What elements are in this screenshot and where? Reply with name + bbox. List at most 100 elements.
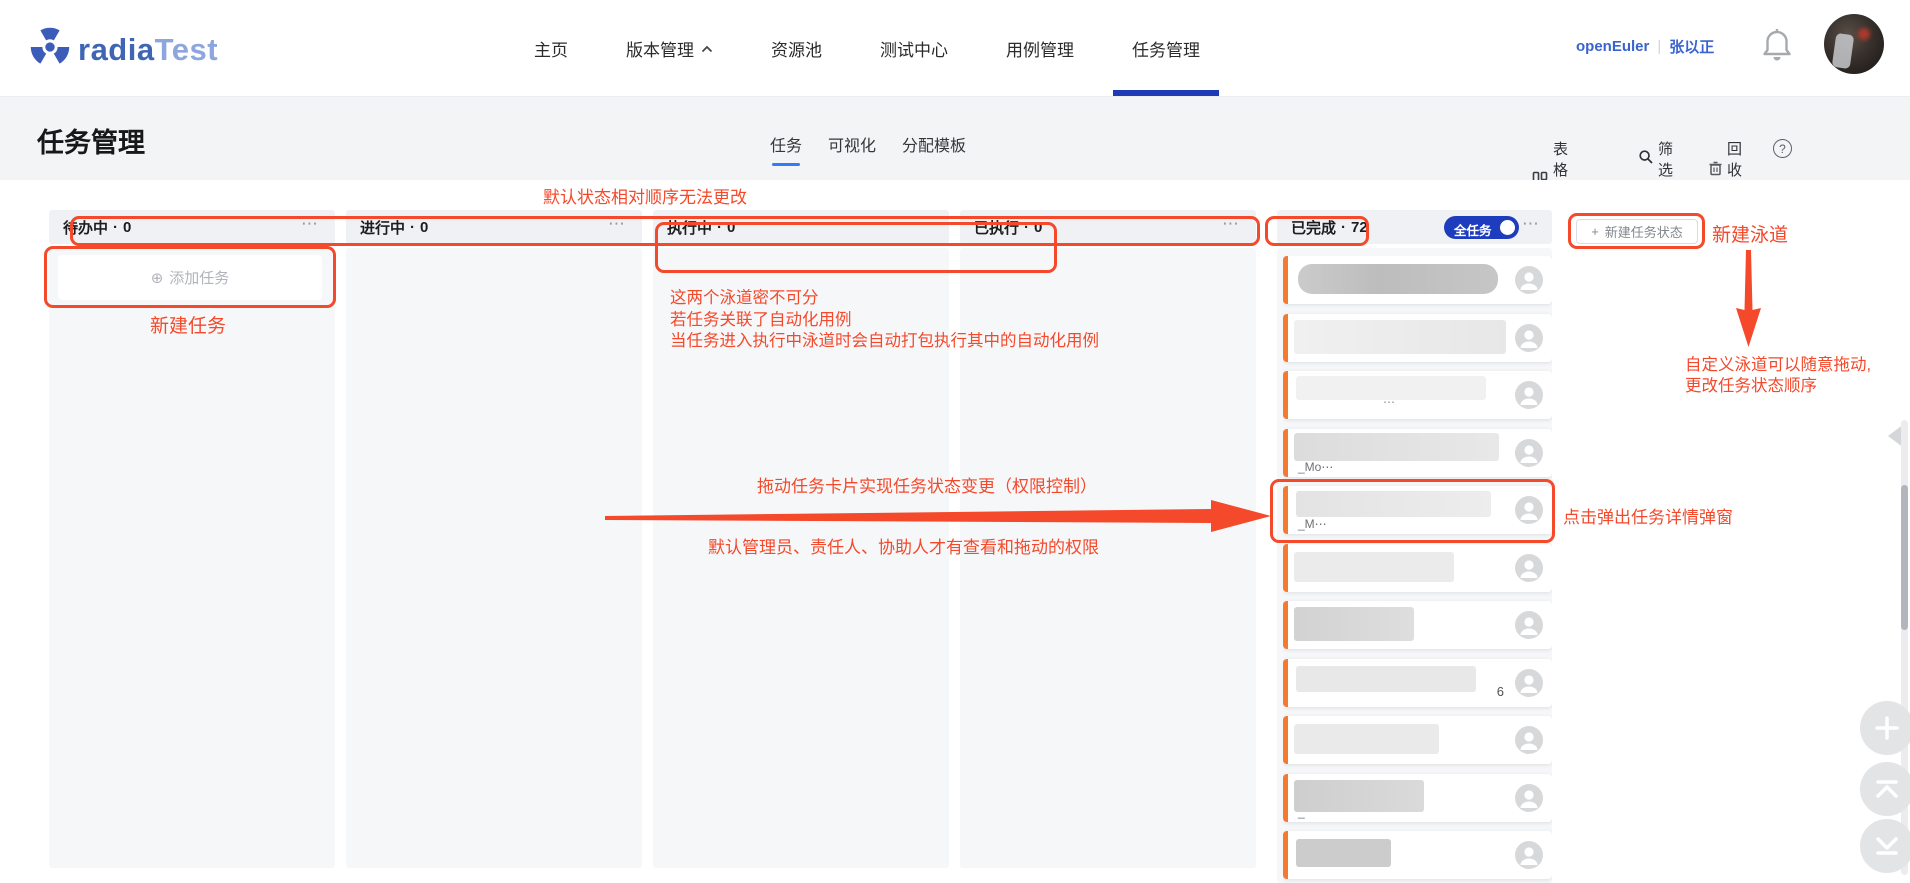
main-nav: 主页 版本管理 资源池 测试中心 用例管理 任务管理 — [505, 0, 1229, 96]
more-icon[interactable]: ⋯ — [915, 214, 933, 234]
plus-icon: + — [1591, 224, 1599, 239]
completed-card-list: ⋯ _Mo⋯ _M⋯ 6 _ — [1283, 256, 1552, 883]
column-title: 已执行 — [974, 217, 1019, 238]
task-card[interactable]: _Mo⋯ — [1283, 429, 1552, 477]
add-task-label: 添加任务 — [169, 267, 229, 288]
task-card[interactable]: _ — [1283, 774, 1552, 822]
task-card[interactable] — [1283, 601, 1552, 649]
help-icon[interactable]: ? — [1773, 139, 1792, 158]
brand-logo[interactable]: radiaTest — [28, 25, 218, 74]
scroll-to-top-button[interactable] — [1860, 762, 1910, 816]
annotation-permission-note: 默认管理员、责任人、协助人才有查看和拖动的权限 — [708, 533, 1099, 558]
column-header-executing[interactable]: 执行中 · 0 ⋯ — [653, 210, 949, 244]
task-card-highlighted[interactable]: _M⋯ — [1283, 486, 1552, 534]
all-tasks-toggle[interactable]: 全任务 — [1444, 216, 1519, 239]
more-icon[interactable]: ⋯ — [608, 214, 626, 234]
assignee-avatar-icon — [1515, 841, 1543, 869]
nav-item-test-center[interactable]: 测试中心 — [851, 0, 977, 96]
add-task-button[interactable]: ⊕ 添加任务 — [58, 255, 322, 300]
column-dot: · — [1024, 219, 1029, 236]
redacted-text-blob — [1294, 320, 1506, 354]
tab-tasks[interactable]: 任务 — [770, 132, 802, 166]
task-card[interactable] — [1283, 314, 1552, 362]
search-icon — [1638, 149, 1654, 169]
chevron-up-icon — [701, 38, 713, 58]
toggle-label: 全任务 — [1454, 220, 1492, 239]
user-org: openEuler — [1576, 38, 1649, 55]
chevron-up-icon — [1872, 774, 1902, 804]
nav-item-label: 版本管理 — [626, 36, 694, 61]
redacted-text-blob — [1296, 839, 1391, 867]
redacted-text-blob — [1294, 724, 1439, 754]
filter-button[interactable]: 筛选 — [1638, 138, 1673, 180]
task-card[interactable] — [1283, 831, 1552, 879]
top-navigation-bar: radiaTest 主页 版本管理 资源池 测试中心 用例管理 任务管理 ope… — [0, 0, 1910, 97]
redacted-text-blob — [1294, 780, 1424, 812]
tab-assignment-template[interactable]: 分配模板 — [902, 132, 966, 166]
tab-visualization[interactable]: 可视化 — [828, 132, 876, 166]
user-info[interactable]: openEuler | 张以正 — [1576, 36, 1714, 57]
notification-bell-icon[interactable] — [1762, 26, 1792, 66]
task-card[interactable] — [1283, 256, 1552, 304]
more-icon[interactable]: ⋯ — [1522, 214, 1540, 234]
assignee-avatar-icon — [1515, 554, 1543, 582]
redacted-text-blob — [1294, 433, 1499, 461]
column-header-todo[interactable]: 待办中 · 0 ⋯ — [49, 210, 335, 244]
column-count: 0 — [1034, 219, 1042, 236]
task-card[interactable]: ⋯ — [1283, 371, 1552, 419]
annotation-lane-note-line3: 当任务进入执行中泳道时会自动打包执行其中的自动化用例 — [670, 331, 1099, 353]
card-text-fragment: ⋯ — [1383, 395, 1395, 409]
nav-item-case-management[interactable]: 用例管理 — [977, 0, 1103, 96]
brand-name-primary: radia — [78, 32, 155, 67]
annotation-new-task-note: 新建任务 — [150, 311, 226, 338]
column-dot: · — [113, 219, 118, 236]
assignee-avatar-icon — [1515, 381, 1543, 409]
redacted-text-blob — [1296, 491, 1491, 517]
scroll-to-bottom-button[interactable] — [1860, 819, 1910, 873]
assignee-avatar-icon — [1515, 726, 1543, 754]
column-dot: · — [717, 219, 722, 236]
redacted-text-blob — [1294, 552, 1454, 582]
nav-item-version-management[interactable]: 版本管理 — [597, 0, 742, 96]
add-floating-button[interactable] — [1860, 701, 1910, 755]
assignee-avatar-icon — [1515, 324, 1543, 352]
assignee-avatar-icon — [1515, 669, 1543, 697]
column-header-completed[interactable]: 已完成 · 72 全任务 ⋯ — [1277, 210, 1552, 244]
new-lane-arrow — [1733, 250, 1763, 350]
column-title: 已完成 — [1291, 217, 1336, 238]
scrollbar-thumb[interactable] — [1901, 485, 1908, 630]
redacted-text-blob — [1296, 666, 1476, 692]
nav-item-task-management[interactable]: 任务管理 — [1103, 0, 1229, 96]
brand-name-secondary: Test — [155, 32, 218, 67]
view-tabs: 任务 可视化 分配模板 — [770, 132, 966, 166]
card-text-fragment: 6 — [1497, 684, 1504, 699]
user-name: 张以正 — [1669, 36, 1714, 57]
column-body-in-progress — [346, 248, 642, 868]
more-icon[interactable]: ⋯ — [1222, 214, 1240, 234]
new-task-status-button[interactable]: + 新建任务状态 — [1576, 219, 1698, 244]
assignee-avatar-icon — [1515, 266, 1543, 294]
task-card[interactable]: 6 — [1283, 659, 1552, 707]
nav-item-home[interactable]: 主页 — [505, 0, 597, 96]
task-card[interactable] — [1283, 544, 1552, 592]
assignee-avatar-icon — [1515, 439, 1543, 467]
user-avatar[interactable] — [1824, 14, 1884, 74]
trash-icon — [1708, 160, 1723, 180]
column-title: 待办中 — [63, 217, 108, 238]
nav-item-label: 测试中心 — [880, 36, 948, 61]
annotation-custom-lane-note: 自定义泳道可以随意拖动, 更改任务状态顺序 — [1685, 355, 1871, 397]
page-title: 任务管理 — [37, 121, 145, 160]
more-icon[interactable]: ⋯ — [301, 214, 319, 234]
annotation-new-lane-note: 新建泳道 — [1712, 220, 1788, 247]
nav-item-label: 主页 — [534, 36, 568, 61]
card-text-fragment: _M⋯ — [1298, 517, 1327, 531]
user-divider: | — [1657, 38, 1661, 55]
task-card[interactable] — [1283, 716, 1552, 764]
filter-label: 筛选 — [1658, 138, 1673, 180]
annotation-custom-lane-line2: 更改任务状态顺序 — [1685, 376, 1871, 397]
column-header-in-progress[interactable]: 进行中 · 0 ⋯ — [346, 210, 642, 244]
column-title: 执行中 — [667, 217, 712, 238]
nav-item-resource-pool[interactable]: 资源池 — [742, 0, 851, 96]
column-header-executed[interactable]: 已执行 · 0 ⋯ — [960, 210, 1256, 244]
assignee-avatar-icon — [1515, 611, 1543, 639]
